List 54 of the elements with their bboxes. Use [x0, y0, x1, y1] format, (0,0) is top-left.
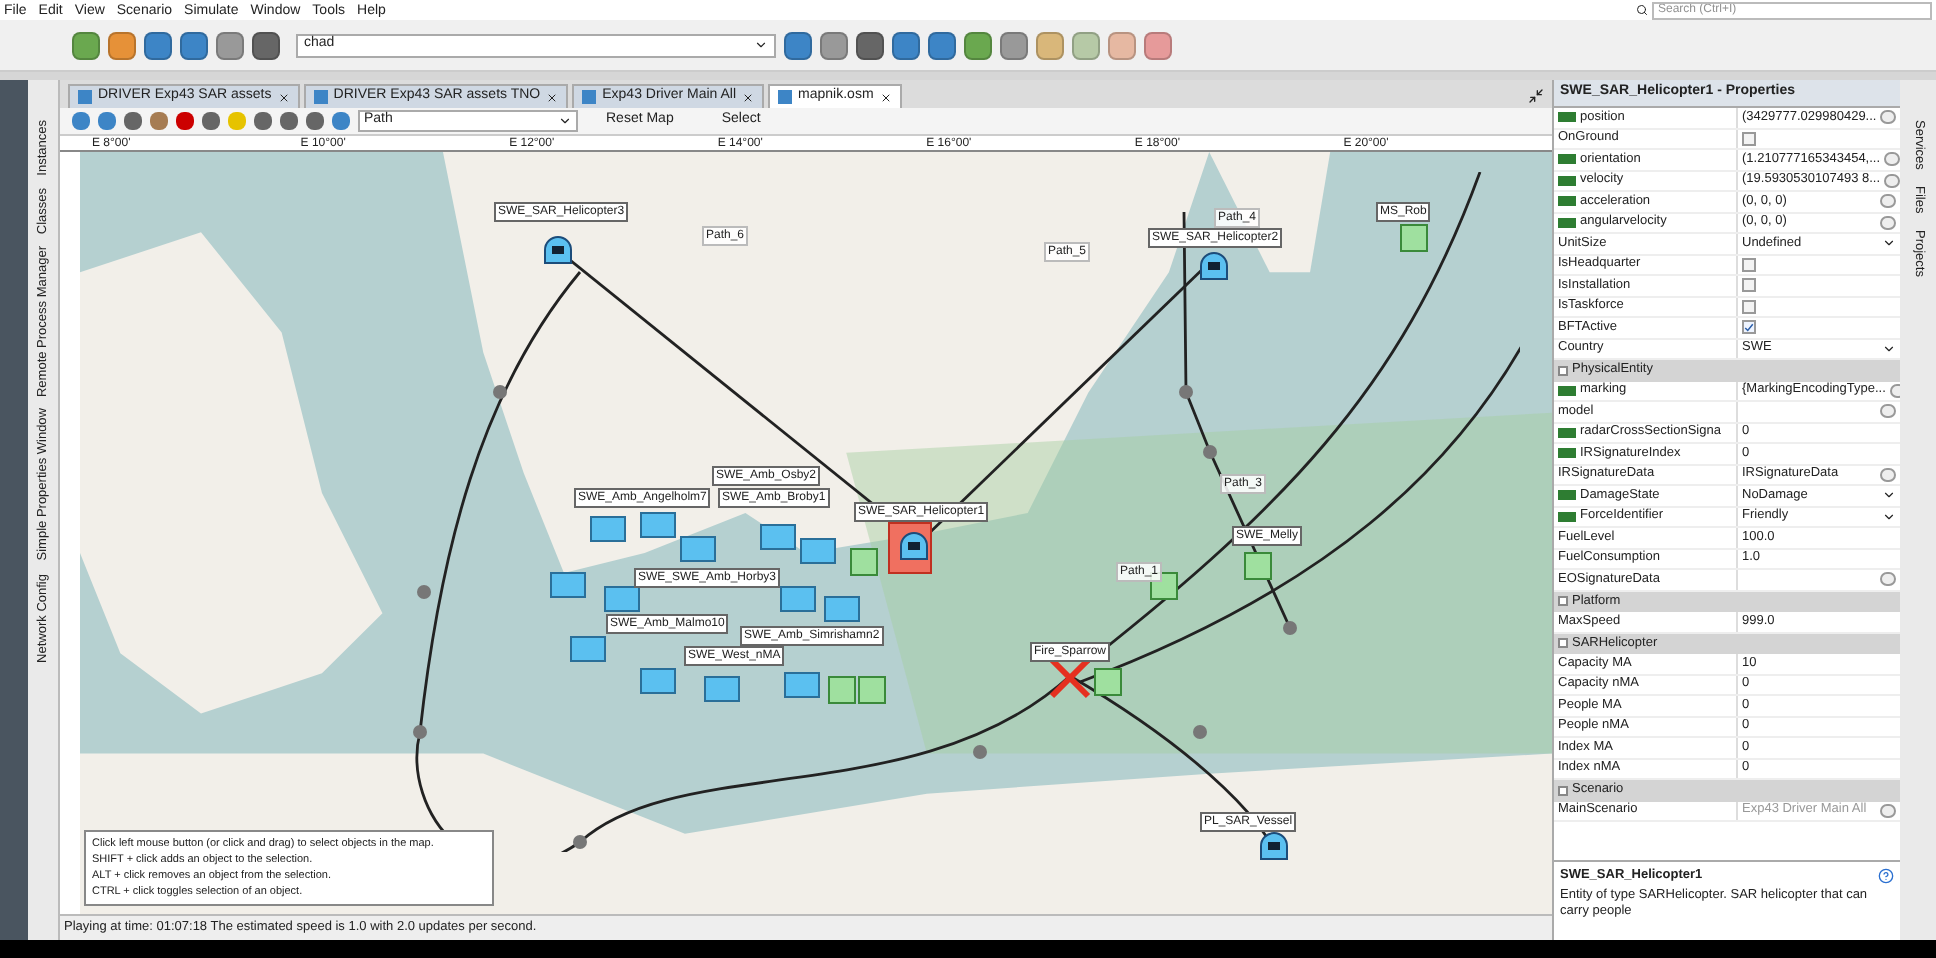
more-icon[interactable]: [1880, 404, 1896, 419]
toolbar-icon[interactable]: [180, 31, 208, 59]
toolbar-icon[interactable]: [928, 31, 956, 59]
area-marker[interactable]: [1400, 224, 1428, 252]
more-icon[interactable]: [1880, 110, 1897, 125]
caret-icon: [754, 38, 768, 52]
collapse-icon[interactable]: [1558, 638, 1568, 649]
close-icon[interactable]: [546, 91, 559, 103]
checkbox[interactable]: [1742, 299, 1756, 314]
toolbar-icon[interactable]: [72, 31, 100, 59]
toolbar-icon[interactable]: [856, 31, 884, 59]
toolbar-icon[interactable]: [784, 31, 812, 59]
toolbar-icon[interactable]: [216, 31, 244, 59]
toolbar-icon[interactable]: [892, 31, 920, 59]
collapse-icon[interactable]: [1558, 365, 1568, 376]
area-marker[interactable]: [828, 676, 856, 704]
more-icon[interactable]: [1884, 152, 1901, 167]
checkbox[interactable]: [1742, 320, 1756, 335]
close-icon[interactable]: [879, 91, 892, 103]
caret-icon: [558, 114, 572, 128]
area-marker[interactable]: [850, 548, 878, 576]
area-marker[interactable]: [858, 676, 886, 704]
close-icon[interactable]: [742, 91, 755, 103]
help-icon[interactable]: [1878, 867, 1894, 884]
cross-icon: [1048, 656, 1092, 700]
check-icon: [1744, 321, 1754, 334]
toolbar-icon[interactable]: [252, 31, 280, 59]
toolbar-icon[interactable]: [1144, 31, 1172, 59]
document-icon: [582, 90, 597, 104]
document-icon: [778, 90, 793, 104]
search-icon: [1636, 4, 1648, 16]
area-marker[interactable]: [1244, 552, 1272, 580]
close-icon[interactable]: [277, 91, 290, 103]
more-icon[interactable]: [1880, 467, 1896, 482]
toolbar-icon[interactable]: [964, 31, 992, 59]
document-icon: [313, 90, 328, 104]
toolbar-icon[interactable]: [108, 31, 136, 59]
toolbar-icon[interactable]: [1000, 31, 1028, 59]
toolbar-icon[interactable]: [144, 31, 172, 59]
more-icon[interactable]: [1880, 215, 1896, 230]
document-icon: [78, 90, 92, 104]
caret-icon[interactable]: [1882, 341, 1896, 356]
collapse-icon[interactable]: [1558, 596, 1568, 607]
more-icon[interactable]: [1880, 194, 1896, 209]
checkbox[interactable]: [1742, 257, 1756, 272]
caret-icon[interactable]: [1882, 236, 1896, 251]
collapse-icon[interactable]: [1558, 785, 1568, 796]
more-icon[interactable]: [1880, 572, 1896, 587]
more-icon[interactable]: [1884, 173, 1901, 188]
toolbar-icon[interactable]: [820, 31, 848, 59]
window-controls-icon[interactable]: [1528, 88, 1544, 104]
checkbox[interactable]: [1742, 278, 1756, 293]
checkbox[interactable]: [1742, 131, 1756, 146]
area-marker[interactable]: [1094, 668, 1122, 696]
